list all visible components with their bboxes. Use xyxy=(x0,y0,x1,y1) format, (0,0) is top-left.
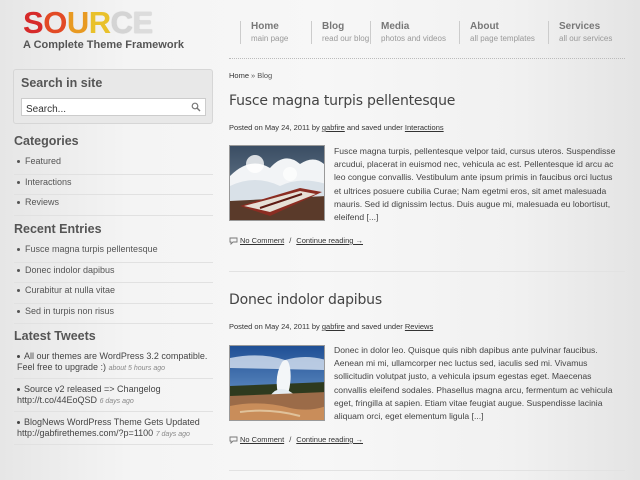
search-field-wrapper xyxy=(21,98,206,118)
nav-item-title: Services xyxy=(559,21,601,32)
tweet-item[interactable]: All our themes are WordPress 3.2 compati… xyxy=(14,351,213,379)
header-divider xyxy=(229,58,625,59)
nav-item-media[interactable]: Media photos and videos xyxy=(370,21,459,44)
post-meta-text: and saved under xyxy=(346,322,403,331)
post-category-link[interactable]: Interactions xyxy=(405,123,444,132)
comment-icon xyxy=(229,436,238,445)
logo-letter: C xyxy=(110,5,133,40)
post-divider xyxy=(229,271,625,272)
post-links-separator: / xyxy=(289,236,292,245)
breadcrumb: Home» Blog xyxy=(229,71,272,80)
nav-item-subtitle: all page templates xyxy=(470,34,535,43)
bullet-icon xyxy=(17,421,20,425)
nav-item-title: Media xyxy=(381,21,410,32)
comments-link[interactable]: No Comment xyxy=(240,435,284,444)
tweet-time: 6 days ago xyxy=(99,398,134,405)
recent-entry-item[interactable]: Fusce magna turpis pellentesque xyxy=(14,242,213,263)
search-widget-title: Search in site xyxy=(21,76,103,90)
search-input[interactable] xyxy=(22,101,187,118)
post-excerpt: Fusce magna turpis, pellentesque velpor … xyxy=(334,146,616,223)
post-meta: Posted on May 24, 2011 by gabfire and sa… xyxy=(229,322,433,331)
logo-wordmark: S O U R C E xyxy=(23,6,153,40)
category-item[interactable]: Featured xyxy=(14,154,213,175)
tweet-time: 7 days ago xyxy=(155,431,190,438)
comment-icon xyxy=(229,237,238,246)
bullet-icon xyxy=(17,388,20,392)
tweet-item[interactable]: BlogNews WordPress Theme Gets Updated ht… xyxy=(14,417,213,445)
nav-item-blog[interactable]: Blog read our blog xyxy=(311,21,370,44)
nav-item-home[interactable]: Home main page xyxy=(240,21,311,44)
breadcrumb-current: Blog xyxy=(257,71,273,80)
site-logo[interactable]: S O U R C E xyxy=(23,6,153,40)
post-date: Posted on May 24, 2011 by xyxy=(229,123,320,132)
categories-title: Categories xyxy=(14,134,79,148)
geyser-photo xyxy=(230,346,324,420)
comments-link[interactable]: No Comment xyxy=(240,236,284,245)
recent-entry-item[interactable]: Donec indolor dapibus xyxy=(14,263,213,283)
tweet-text: Source v2 released => Changelog http://t… xyxy=(17,384,161,405)
logo-letter: E xyxy=(132,5,153,40)
post-meta: Posted on May 24, 2011 by gabfire and sa… xyxy=(229,123,444,132)
post-author-link[interactable]: gabfire xyxy=(322,322,345,331)
post-title[interactable]: Donec indolor dapibus xyxy=(229,292,382,308)
category-item[interactable]: Interactions xyxy=(14,175,213,195)
nav-item-subtitle: main page xyxy=(251,34,289,43)
bullet-icon xyxy=(17,355,20,359)
breadcrumb-home-link[interactable]: Home xyxy=(229,71,249,80)
nav-item-subtitle: photos and videos xyxy=(381,34,446,43)
categories-list: Featured Interactions Reviews xyxy=(14,154,213,216)
logo-letter: R xyxy=(88,5,111,40)
search-widget: Search in site xyxy=(13,69,213,124)
post-divider xyxy=(229,470,625,471)
nav-item-title: Home xyxy=(251,21,279,32)
recent-entries-list: Fusce magna turpis pellentesque Donec in… xyxy=(14,242,213,324)
post-thumbnail-boat[interactable] xyxy=(229,145,325,221)
nav-item-subtitle: read our blog xyxy=(322,34,370,43)
nav-item-title: About xyxy=(470,21,499,32)
logo-letter: S xyxy=(23,5,44,40)
boat-waves-photo xyxy=(230,146,324,220)
post-date: Posted on May 24, 2011 by xyxy=(229,322,320,331)
nav-item-about[interactable]: About all page templates xyxy=(459,21,548,44)
nav-item-services[interactable]: Services all our services xyxy=(548,21,628,44)
post-author-link[interactable]: gabfire xyxy=(322,123,345,132)
post-links: No Comment / Continue reading → xyxy=(229,435,363,445)
logo-letter: O xyxy=(43,5,67,40)
main-nav: Home main page Blog read our blog Media … xyxy=(240,21,628,44)
recent-entry-item[interactable]: Sed in turpis non risus xyxy=(14,304,213,324)
continue-reading-link[interactable]: Continue reading → xyxy=(296,435,363,444)
nav-item-title: Blog xyxy=(322,21,345,32)
post-meta-text: and saved under xyxy=(346,123,403,132)
logo-letter: U xyxy=(66,5,89,40)
tweets-list: All our themes are WordPress 3.2 compati… xyxy=(14,351,213,450)
post-title[interactable]: Fusce magna turpis pellentesque xyxy=(229,93,455,109)
post-links: No Comment / Continue reading → xyxy=(229,236,363,246)
recent-entry-item[interactable]: Curabitur at nulla vitae xyxy=(14,283,213,304)
post-links-separator: / xyxy=(289,435,292,444)
site-tagline: A Complete Theme Framework xyxy=(23,39,184,51)
post-category-link[interactable]: Reviews xyxy=(405,322,433,331)
post-thumbnail-geyser[interactable] xyxy=(229,345,325,421)
post-excerpt: Donec in dolor leo. Quisque quis nibh da… xyxy=(334,345,613,422)
breadcrumb-separator: » xyxy=(251,71,256,80)
magnifier-icon[interactable] xyxy=(191,102,201,112)
tweet-item[interactable]: Source v2 released => Changelog http://t… xyxy=(14,384,213,412)
latest-tweets-title: Latest Tweets xyxy=(14,329,96,343)
category-item[interactable]: Reviews xyxy=(14,195,213,216)
continue-reading-link[interactable]: Continue reading → xyxy=(296,236,363,245)
recent-entries-title: Recent Entries xyxy=(14,222,102,236)
tweet-time: about 5 hours ago xyxy=(108,365,166,372)
nav-item-subtitle: all our services xyxy=(559,34,613,43)
